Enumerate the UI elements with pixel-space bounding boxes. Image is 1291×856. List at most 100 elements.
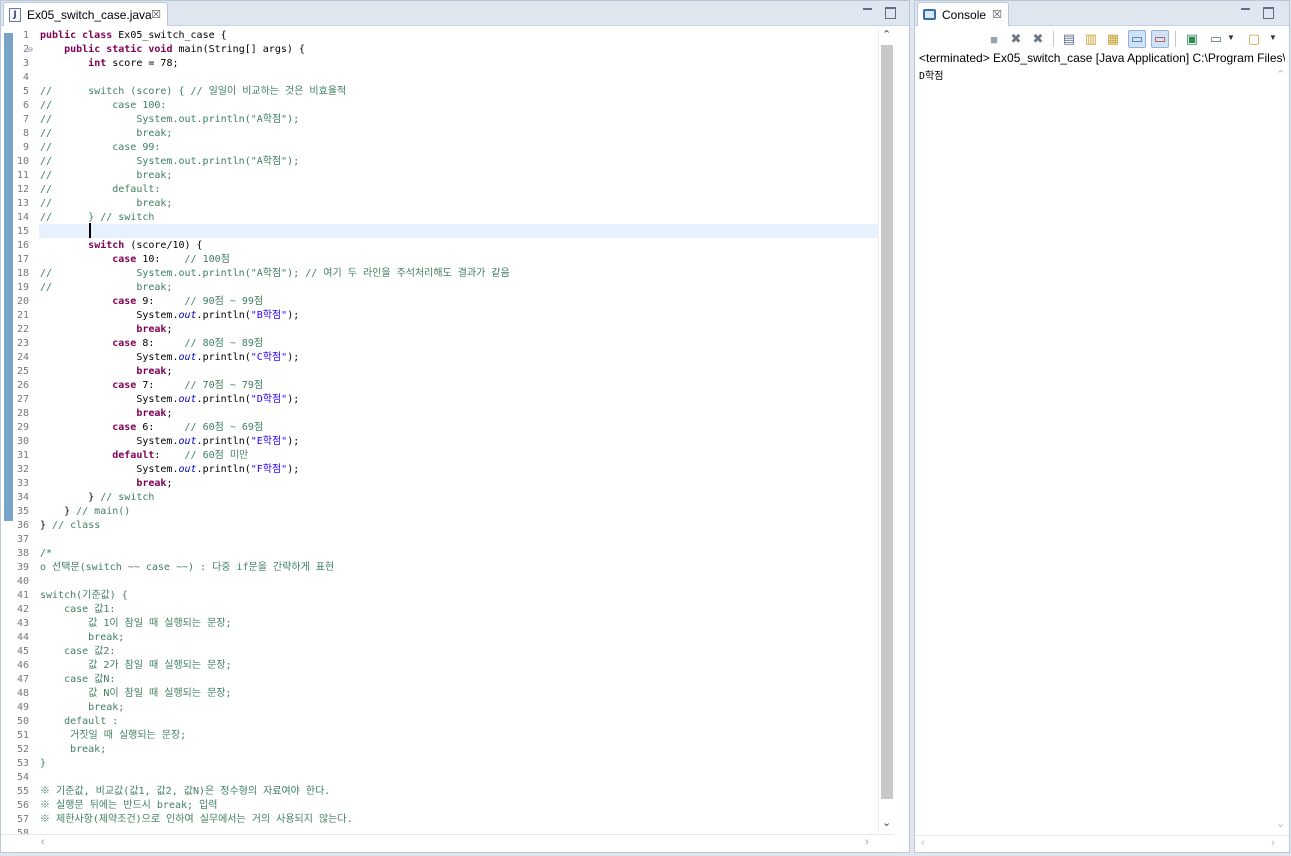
scroll-right-icon[interactable]: › (1271, 837, 1275, 849)
code-editor[interactable]: 1 public class Ex05_switch_case {2 ⊖ publi… (1, 27, 878, 834)
remove-all-terminated-icon[interactable]: ✖ (1029, 30, 1047, 48)
chevron-down-icon[interactable]: ▼ (1227, 33, 1235, 42)
code-line[interactable]: 28 break; (1, 407, 878, 421)
code-line[interactable]: 8 // break; (1, 127, 878, 141)
code-line[interactable]: 43 값 1이 참일 때 실행되는 문장; (1, 617, 878, 631)
code-line[interactable]: 51 거짓일 때 실행되는 문장; (1, 729, 878, 743)
show-on-stdout-icon[interactable]: ▭ (1128, 30, 1146, 48)
code-line[interactable]: 3 int score = 78; (1, 57, 878, 71)
code-line[interactable]: 58 (1, 827, 878, 834)
show-on-stderr-icon[interactable]: ▭ (1151, 30, 1169, 48)
code-line[interactable]: 49 break; (1, 701, 878, 715)
code-line[interactable]: 18 // System.out.println("A학점"); // 여기 두 … (1, 267, 878, 281)
code-line[interactable]: 35 } // main() (1, 505, 878, 519)
fold-toggle-icon[interactable]: ⊖ (28, 43, 33, 57)
code-line[interactable]: 47 case 값N: (1, 673, 878, 687)
console-vertical-scrollbar[interactable]: ⌃ ⌄ (1274, 67, 1288, 835)
code-line[interactable]: 38 /* (1, 547, 878, 561)
code-line[interactable]: 6 // case 100: (1, 99, 878, 113)
code-line[interactable]: 54 (1, 771, 878, 785)
code-line[interactable]: 22 break; (1, 323, 878, 337)
code-line[interactable]: 23 case 8: // 80점 ~ 89점 (1, 337, 878, 351)
code-line[interactable]: 30 System.out.println("E학점"); (1, 435, 878, 449)
maximize-icon[interactable] (883, 5, 897, 19)
code-line[interactable]: 27 System.out.println("D학점"); (1, 393, 878, 407)
code-line[interactable]: 2 ⊖ public static void main(String[] args… (1, 43, 878, 57)
code-line[interactable]: 45 case 값2: (1, 645, 878, 659)
scroll-down-icon[interactable]: ⌄ (882, 816, 891, 829)
code-line[interactable]: 9 // case 99: (1, 141, 878, 155)
code-text: public class Ex05_switch_case { (40, 29, 227, 43)
code-line[interactable]: 34 } // switch (1, 491, 878, 505)
code-line[interactable]: 31 default: // 60점 미만 (1, 449, 878, 463)
scroll-up-icon[interactable]: ⌃ (1276, 68, 1285, 81)
terminate-icon[interactable]: ■ (985, 30, 1003, 48)
code-line[interactable]: 17 case 10: // 100점 (1, 253, 878, 267)
scroll-up-icon[interactable]: ⌃ (882, 28, 891, 41)
code-line[interactable]: 48 값 N이 참일 때 실행되는 문장; (1, 687, 878, 701)
code-line[interactable]: 50 default : (1, 715, 878, 729)
code-line[interactable]: 57 ※ 제한사항(제약조건)으로 인하여 실무에서는 거의 사용되지 않는다. (1, 813, 878, 827)
code-line[interactable]: 20 case 9: // 90점 ~ 99점 (1, 295, 878, 309)
code-line[interactable]: 5 // switch (score) { // 일일이 비교하는 것은 비효율적 (1, 85, 878, 99)
code-line[interactable]: 52 break; (1, 743, 878, 757)
scroll-down-icon[interactable]: ⌄ (1276, 817, 1285, 830)
code-line[interactable]: 15 (1, 225, 878, 239)
minimize-icon[interactable] (1239, 5, 1253, 19)
word-wrap-icon[interactable]: ▦ (1104, 30, 1122, 48)
code-line[interactable]: 32 System.out.println("F학점"); (1, 463, 878, 477)
line-number: 30 (16, 436, 29, 447)
code-line[interactable]: 42 case 값1: (1, 603, 878, 617)
code-token: .println( (196, 464, 251, 475)
editor-tab[interactable]: J Ex05_switch_case.java ☒ (3, 2, 168, 26)
line-number: 51 (16, 730, 29, 741)
close-icon[interactable]: ☒ (992, 8, 1002, 21)
display-selected-console-icon[interactable]: ▭ (1207, 30, 1225, 48)
code-line[interactable]: 41 switch(기준값) { (1, 589, 878, 603)
scroll-left-icon[interactable]: ‹ (41, 836, 45, 848)
editor-horizontal-scrollbar[interactable]: ‹ › (1, 834, 894, 852)
code-line[interactable]: 37 (1, 533, 878, 547)
minimize-icon[interactable] (861, 5, 875, 19)
code-line[interactable]: 13 // break; (1, 197, 878, 211)
code-line[interactable]: 56 ※ 실행문 뒤에는 반드시 break; 입력 (1, 799, 878, 813)
code-line[interactable]: 26 case 7: // 70점 ~ 79점 (1, 379, 878, 393)
code-line[interactable]: 19 // break; (1, 281, 878, 295)
code-line[interactable]: 24 System.out.println("C학점"); (1, 351, 878, 365)
code-line[interactable]: 33 break; (1, 477, 878, 491)
code-line[interactable]: 12 // default: (1, 183, 878, 197)
open-console-icon[interactable]: ▢ (1245, 30, 1263, 48)
remove-launch-icon[interactable]: ✖ (1007, 30, 1025, 48)
code-line[interactable]: 46 값 2가 참일 때 실행되는 문장; (1, 659, 878, 673)
console-output[interactable]: D학점 (919, 67, 943, 82)
editor-vertical-scrollbar[interactable]: ⌃ ⌄ (878, 27, 894, 834)
code-line[interactable]: 7 // System.out.println("A학점"); (1, 113, 878, 127)
code-line[interactable]: 11 // break; (1, 169, 878, 183)
scroll-lock-icon[interactable]: ▥ (1082, 30, 1100, 48)
code-line[interactable]: 40 (1, 575, 878, 589)
pin-console-icon[interactable]: ▣ (1183, 30, 1201, 48)
code-line[interactable]: 44 break; (1, 631, 878, 645)
clear-console-icon[interactable]: ▤ (1060, 30, 1078, 48)
code-line[interactable]: 36} // class (1, 519, 878, 533)
code-line[interactable]: 25 break; (1, 365, 878, 379)
console-tab[interactable]: Console ☒ (917, 2, 1009, 26)
maximize-icon[interactable] (1261, 5, 1275, 19)
code-line[interactable]: 21 System.out.println("B학점"); (1, 309, 878, 323)
code-line[interactable]: 10 // System.out.println("A학점"); (1, 155, 878, 169)
close-icon[interactable]: ☒ (151, 8, 161, 21)
code-line[interactable]: 29 case 6: // 60점 ~ 69점 (1, 421, 878, 435)
code-line[interactable]: 4 (1, 71, 878, 85)
code-line[interactable]: 16 switch (score/10) { (1, 239, 878, 253)
code-line[interactable]: 39 o 선택문(switch ~~ case ~~) : 다중 if문을 간략하… (1, 561, 878, 575)
code-line[interactable]: 55 ※ 기준값, 비교값(값1, 값2, 값N)은 정수형의 자료여야 한다. (1, 785, 878, 799)
code-line[interactable]: 14 // } // switch (1, 211, 878, 225)
chevron-down-icon[interactable]: ▼ (1269, 33, 1277, 42)
scroll-right-icon[interactable]: › (865, 836, 869, 848)
code-line[interactable]: 1 public class Ex05_switch_case { (1, 29, 878, 43)
code-line[interactable]: 53} (1, 757, 878, 771)
scroll-left-icon[interactable]: ‹ (921, 837, 925, 849)
code-text: break; (40, 743, 106, 757)
console-horizontal-scrollbar[interactable]: ‹ › (915, 835, 1289, 852)
scroll-thumb[interactable] (881, 45, 893, 799)
